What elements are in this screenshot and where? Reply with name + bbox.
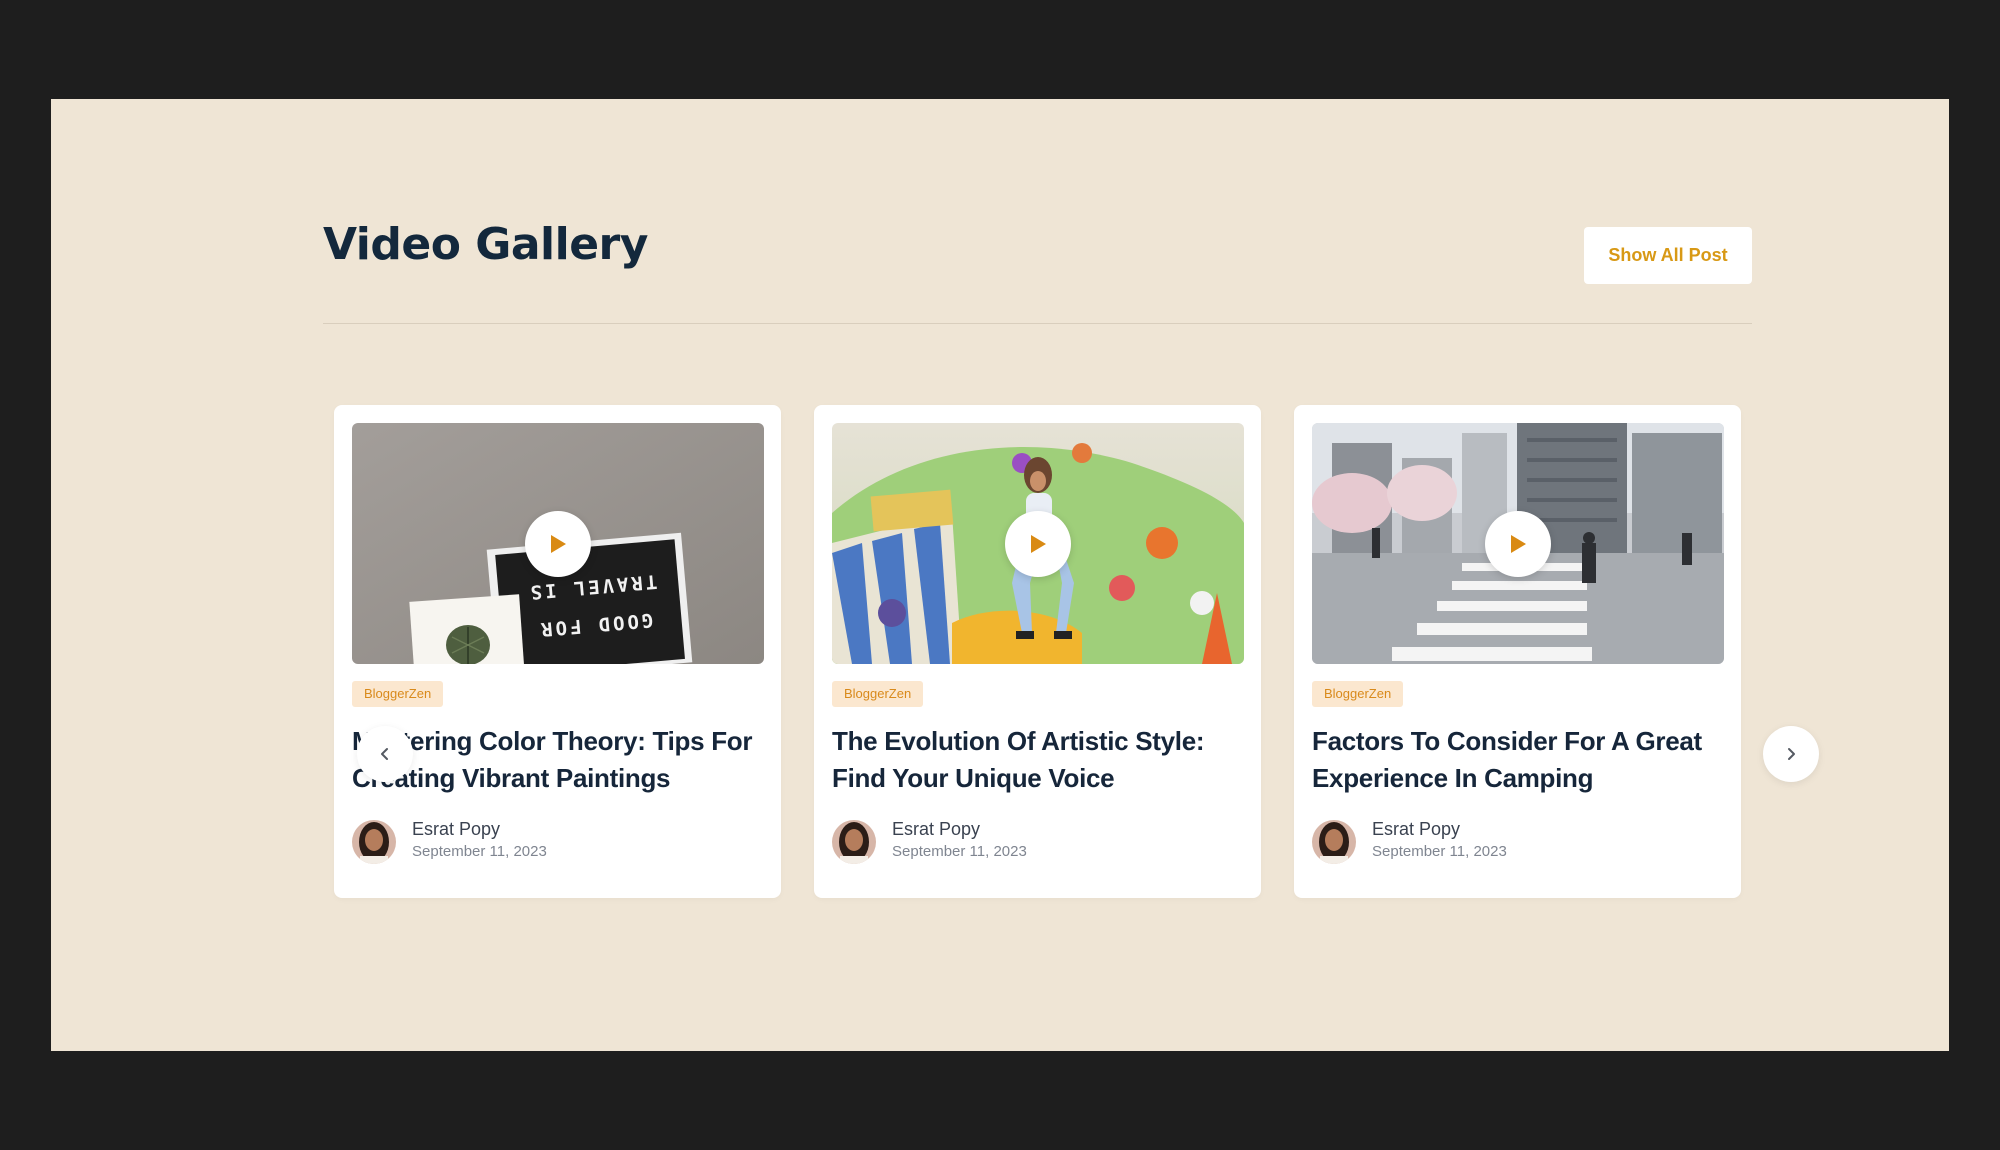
video-card: BloggerZen The Evolution Of Artistic Sty… [814,405,1261,898]
post-title[interactable]: Mastering Color Theory: Tips For Creatin… [352,723,764,797]
video-thumbnail[interactable] [832,423,1244,664]
post-date: September 11, 2023 [412,843,547,860]
chevron-right-icon [1788,748,1795,760]
author-avatar [832,820,876,864]
play-icon [1031,534,1046,553]
video-thumbnail[interactable]: TRAVEL IS GOOD FOR [352,423,764,664]
category-badge[interactable]: BloggerZen [352,681,444,707]
author-avatar [1312,820,1356,864]
post-title[interactable]: The Evolution Of Artistic Style: Find Yo… [832,723,1244,797]
carousel-next-button[interactable] [1763,726,1819,782]
section-divider [323,323,1752,324]
post-title[interactable]: Factors To Consider For A Great Experien… [1312,723,1724,797]
video-thumbnail[interactable] [1312,423,1724,664]
post-date: September 11, 2023 [892,843,1027,860]
author-name[interactable]: Esrat Popy [892,819,980,840]
chevron-left-icon [381,748,388,760]
author-avatar [352,820,396,864]
section-title: Video Gallery [323,219,648,270]
category-badge[interactable]: BloggerZen [832,681,924,707]
category-badge[interactable]: BloggerZen [1312,681,1404,707]
play-button[interactable] [525,510,591,577]
show-all-post-button[interactable]: Show All Post [1584,227,1752,284]
video-card: BloggerZen Factors To Consider For A Gre… [1294,405,1741,898]
play-icon [1511,534,1526,553]
play-button[interactable] [1485,510,1551,577]
video-card: TRAVEL IS GOOD FOR BloggerZen Mastering … [334,405,781,898]
carousel-prev-button[interactable] [357,726,413,782]
play-icon [551,534,566,553]
author-name[interactable]: Esrat Popy [412,819,500,840]
post-date: September 11, 2023 [1372,843,1507,860]
video-gallery-section: Video Gallery Show All Post TRAVEL IS GO… [51,99,1949,1051]
play-button[interactable] [1005,510,1071,577]
author-name[interactable]: Esrat Popy [1372,819,1460,840]
